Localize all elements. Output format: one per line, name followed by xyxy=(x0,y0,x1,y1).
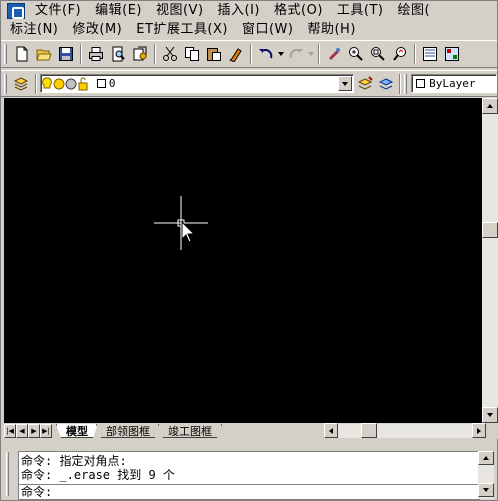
zoom-window-icon[interactable] xyxy=(367,43,389,65)
undo-dropdown-icon[interactable] xyxy=(277,43,285,65)
tab-layout-1[interactable]: 部领图框 xyxy=(96,424,160,438)
menu-draw[interactable]: 绘图( xyxy=(391,2,438,20)
horizontal-scrollbar[interactable] xyxy=(324,423,486,438)
cut-icon[interactable] xyxy=(159,43,181,65)
command-scroll-down-button[interactable] xyxy=(478,483,494,497)
next-tab-button[interactable]: ▶ xyxy=(28,424,40,438)
command-input[interactable]: 命令: xyxy=(18,484,480,500)
design-center-icon[interactable] xyxy=(441,43,463,65)
scroll-left-button[interactable] xyxy=(324,423,338,438)
paste-icon[interactable] xyxy=(203,43,225,65)
layers-toolbar: 0 ByLayer xyxy=(1,70,497,97)
last-tab-button[interactable]: ▶| xyxy=(40,424,52,438)
publish-icon[interactable] xyxy=(129,43,151,65)
menu-edit[interactable]: 编辑(E) xyxy=(88,2,149,20)
crosshair-cursor xyxy=(154,196,208,250)
menu-help[interactable]: 帮助(H) xyxy=(300,21,362,39)
vertical-scroll-thumb[interactable] xyxy=(482,222,498,238)
command-window: 命令: 指定对角点: 命令: _.erase 找到 9 个 命令: xyxy=(4,448,498,500)
layer-combo[interactable]: 0 xyxy=(39,74,355,93)
command-history-line: 命令: _.erase 找到 9 个 xyxy=(21,468,175,482)
copy-icon[interactable] xyxy=(181,43,203,65)
toolbar-grip[interactable] xyxy=(404,73,408,94)
redo-dropdown-icon[interactable] xyxy=(307,43,315,65)
print-icon[interactable] xyxy=(85,43,107,65)
scroll-up-button[interactable] xyxy=(482,98,498,114)
layer-dropdown-button[interactable] xyxy=(338,76,353,91)
open-icon[interactable] xyxy=(33,43,55,65)
tab-model[interactable]: 模型 xyxy=(56,424,98,438)
toolbar-grip[interactable] xyxy=(4,44,7,64)
zoom-previous-icon[interactable] xyxy=(389,43,411,65)
vertical-scrollbar[interactable] xyxy=(482,98,498,423)
properties-icon[interactable] xyxy=(419,43,441,65)
menu-bar: 文件(F) 编辑(E) 视图(V) 插入(I) 格式(O) 工具(T) 绘图( xyxy=(1,1,497,20)
arrow-pointer-icon xyxy=(181,220,196,243)
match-properties-icon[interactable] xyxy=(225,43,247,65)
toolbar-separator xyxy=(80,44,82,64)
command-scroll-up-button[interactable] xyxy=(478,451,494,465)
menu-format[interactable]: 格式(O) xyxy=(267,2,330,20)
redo-icon[interactable] xyxy=(285,43,307,65)
menu-file[interactable]: 文件(F) xyxy=(28,2,88,20)
linetype-color-swatch xyxy=(416,79,426,88)
make-object-layer-current-icon[interactable] xyxy=(354,73,375,95)
prev-tab-button[interactable]: ◀ xyxy=(16,424,28,438)
toolbar-separator xyxy=(318,44,320,64)
toolbar-separator xyxy=(250,44,252,64)
layer-state-icons xyxy=(42,77,88,90)
menu-insert[interactable]: 插入(I) xyxy=(211,2,267,20)
save-icon[interactable] xyxy=(55,43,77,65)
scroll-down-button[interactable] xyxy=(482,407,498,423)
new-icon[interactable] xyxy=(11,43,33,65)
command-history-line: 命令: 指定对角点: xyxy=(21,454,127,468)
toolbar-separator xyxy=(414,44,416,64)
drawing-canvas[interactable] xyxy=(4,98,482,423)
preview-icon[interactable] xyxy=(107,43,129,65)
tab-layout-2[interactable]: 竣工图框 xyxy=(158,424,222,438)
menu-modify[interactable]: 修改(M) xyxy=(65,21,129,39)
command-history: 命令: 指定对角点: 命令: _.erase 找到 9 个 xyxy=(18,451,480,485)
horizontal-scroll-thumb[interactable] xyxy=(361,423,377,438)
layer-previous-icon[interactable] xyxy=(375,73,396,95)
autocad-icon[interactable] xyxy=(7,2,25,19)
menu-window[interactable]: 窗口(W) xyxy=(235,21,301,39)
standard-toolbar xyxy=(1,40,497,68)
toolbar-grip[interactable] xyxy=(4,73,7,94)
menu-dimension[interactable]: 标注(N) xyxy=(1,21,65,39)
menu-tools[interactable]: 工具(T) xyxy=(330,2,391,20)
zoom-realtime-icon[interactable] xyxy=(345,43,367,65)
toolbar-separator xyxy=(399,73,402,94)
toolbar-separator xyxy=(34,73,37,94)
undo-icon[interactable] xyxy=(255,43,277,65)
first-tab-button[interactable]: |◀ xyxy=(4,424,16,438)
scroll-right-button[interactable] xyxy=(472,423,486,438)
menu-view[interactable]: 视图(V) xyxy=(149,2,211,20)
layout-tab-strip: |◀ ◀ ▶ ▶| 模型 部领图框 竣工图框 xyxy=(4,423,498,439)
menu-express-tools[interactable]: ET扩展工具(X) xyxy=(129,21,235,39)
layer-manager-icon[interactable] xyxy=(11,73,32,95)
menu-bar-row2: 标注(N) 修改(M) ET扩展工具(X) 窗口(W) 帮助(H) xyxy=(1,20,497,39)
current-layer-name: 0 xyxy=(108,77,116,90)
layer-color-swatch xyxy=(96,79,106,88)
linetype-value: ByLayer xyxy=(429,77,476,90)
toolbar-separator xyxy=(154,44,156,64)
command-scrollbar[interactable] xyxy=(478,451,494,499)
linetype-combo[interactable]: ByLayer xyxy=(411,74,497,93)
command-window-grip[interactable] xyxy=(6,452,9,496)
pan-icon[interactable] xyxy=(323,43,345,65)
